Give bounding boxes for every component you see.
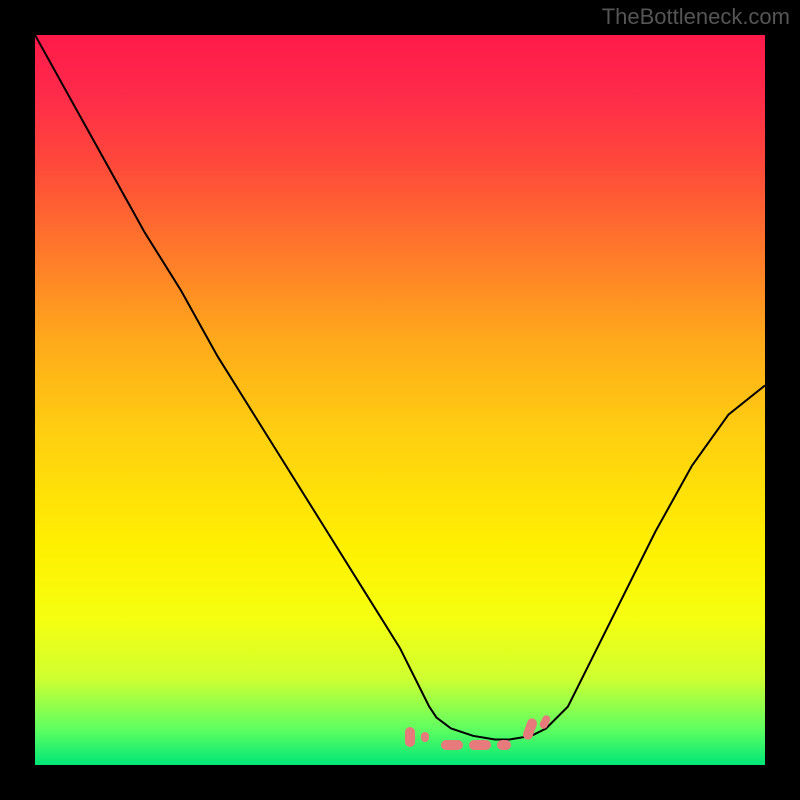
optimal-markers-left: [405, 727, 429, 747]
marker-dash: [497, 740, 511, 750]
curve-svg: [35, 35, 765, 765]
optimal-markers-right: [525, 719, 549, 739]
marker-dash: [469, 740, 491, 750]
bottleneck-curve-path: [35, 35, 765, 740]
watermark-text: TheBottleneck.com: [602, 4, 790, 30]
marker-dash: [441, 740, 463, 750]
marker-dash: [522, 717, 539, 741]
plot-area: [35, 35, 765, 765]
marker-dash: [421, 732, 429, 742]
optimal-markers-mid: [441, 735, 511, 755]
marker-dash: [405, 727, 415, 747]
